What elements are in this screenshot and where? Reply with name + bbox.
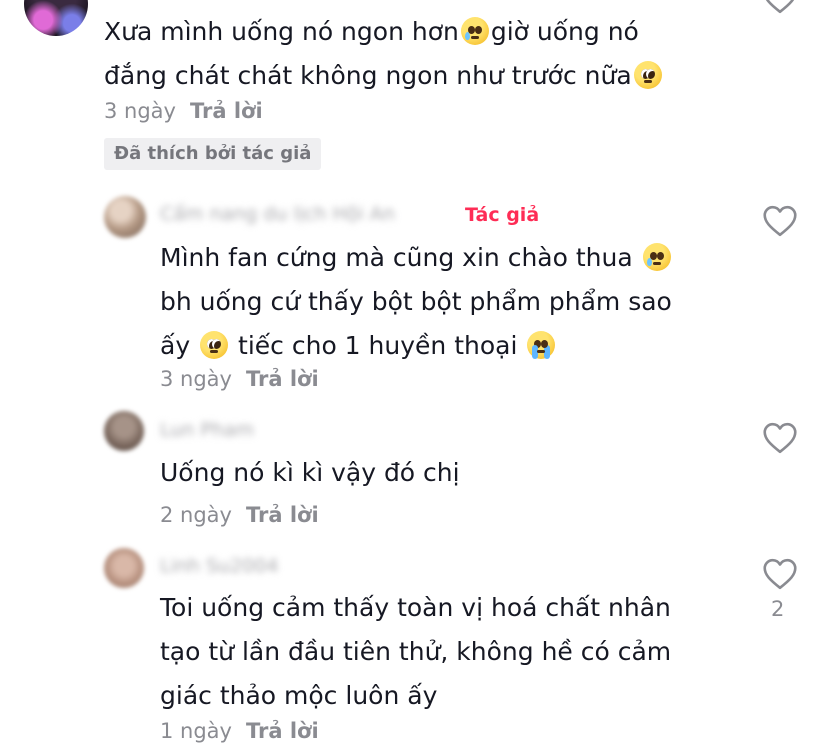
comment-meta: 3 ngày Trả lời: [160, 367, 319, 391]
avatar[interactable]: [104, 548, 144, 588]
avatar[interactable]: [104, 196, 146, 238]
username[interactable]: Cẩm nang du lịch Hội An: [160, 203, 395, 225]
reply-button[interactable]: Trả lời: [246, 719, 319, 743]
pleading-face-icon: [200, 331, 229, 359]
smiling-face-with-tear-icon: [642, 243, 671, 271]
username[interactable]: Linh Su2004: [160, 555, 278, 577]
comment-text: Xưa mình uống nó ngon hơn giờ uống nó đắn…: [104, 10, 664, 98]
comment-meta: 3 ngày Trả lời: [104, 99, 263, 123]
like-heart-icon[interactable]: [762, 558, 798, 590]
reply-button[interactable]: Trả lời: [246, 503, 319, 527]
comment-time: 3 ngày: [104, 99, 176, 123]
like-heart-icon[interactable]: [762, 0, 798, 14]
creator-tag: Tác giả: [465, 204, 540, 226]
reply-button[interactable]: Trả lời: [190, 99, 263, 123]
comment-meta: 2 ngày Trả lời: [160, 503, 319, 527]
avatar[interactable]: [104, 411, 144, 451]
like-count: 2: [771, 597, 785, 621]
comment-text: Toi uống cảm thấy toàn vị hoá chất nhân …: [160, 593, 672, 710]
comment-time: 1 ngày: [160, 719, 232, 743]
like-heart-icon[interactable]: [762, 205, 798, 237]
comment-text: Mình fan cứng mà cũng xin chào thua bh u…: [160, 243, 672, 360]
username[interactable]: Lun Pham: [160, 419, 254, 441]
reply-button[interactable]: Trả lời: [246, 367, 319, 391]
pleading-face-icon: [633, 61, 662, 89]
loudly-crying-face-icon: [527, 331, 556, 359]
comment-meta: 1 ngày Trả lời: [160, 719, 319, 743]
like-heart-icon[interactable]: [762, 422, 798, 454]
smiling-face-with-tear-icon: [460, 17, 489, 45]
avatar[interactable]: [24, 0, 88, 36]
comment-text: Uống nó kì kì vậy đó chị: [160, 458, 460, 487]
liked-by-creator-badge: Đã thích bởi tác giả: [104, 138, 322, 170]
comment-time: 2 ngày: [160, 503, 232, 527]
comment-time: 3 ngày: [160, 367, 232, 391]
